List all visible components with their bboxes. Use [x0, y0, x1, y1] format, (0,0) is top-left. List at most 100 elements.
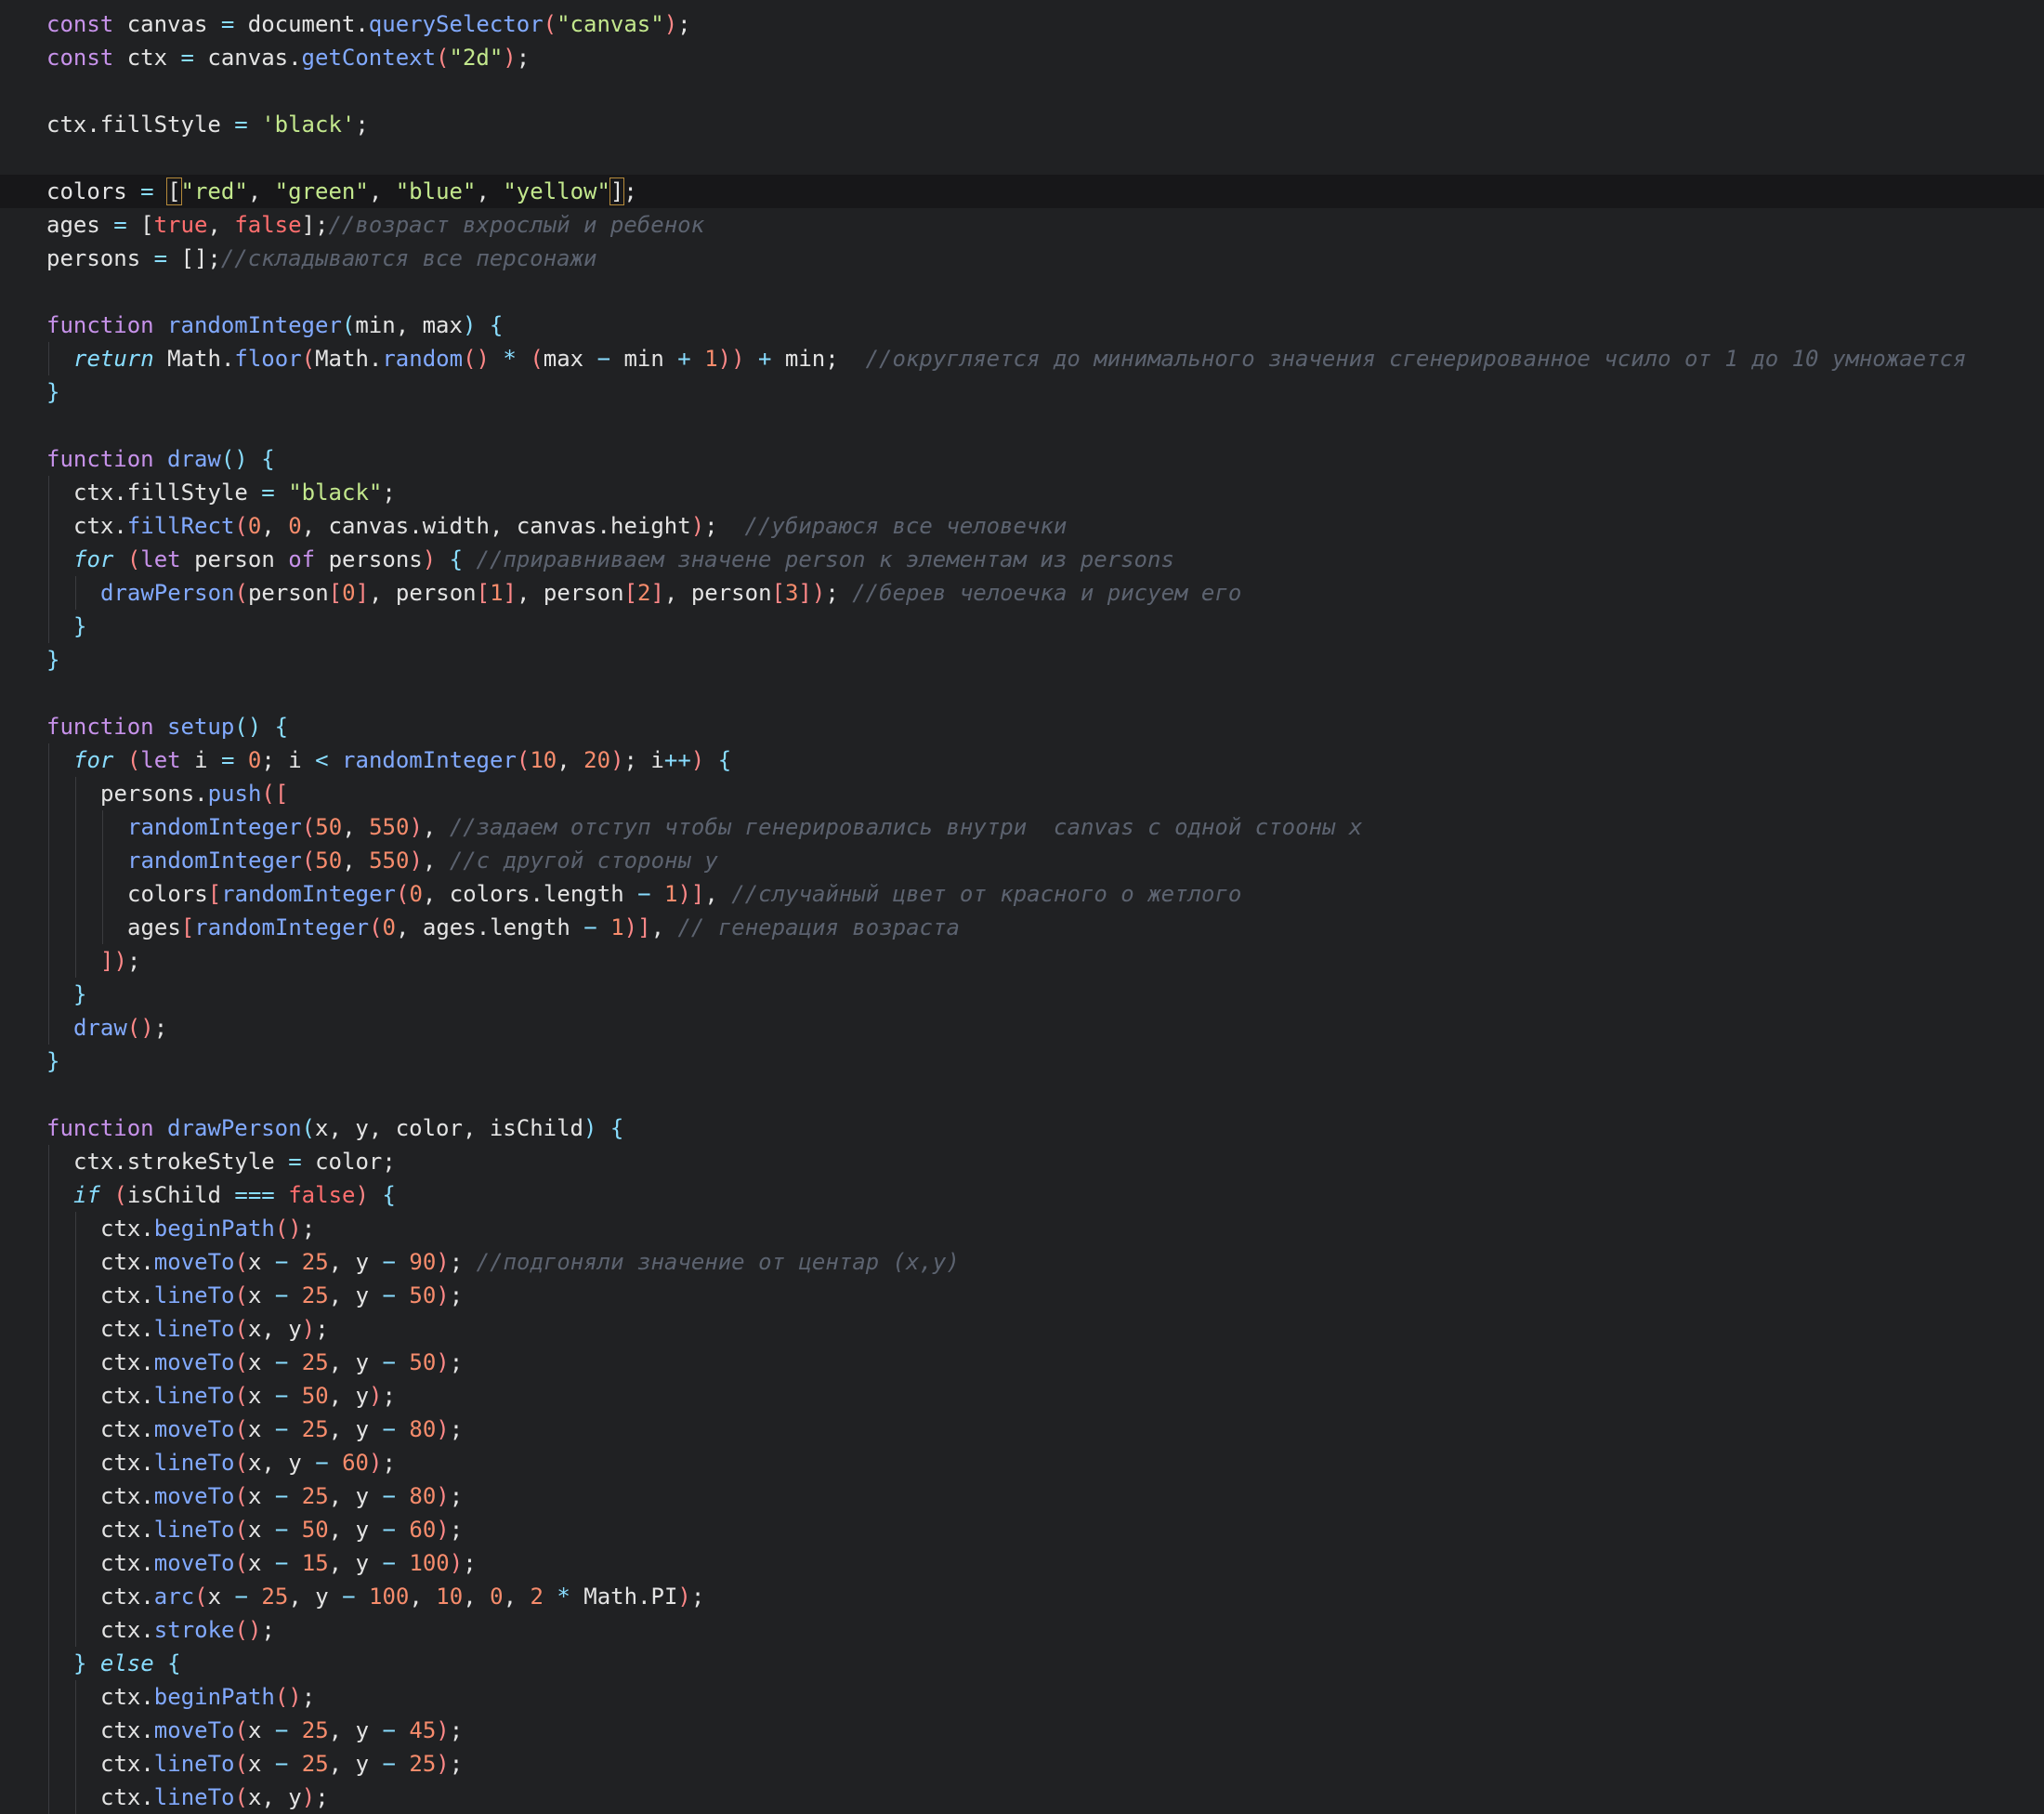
- indent-guide: [75, 777, 76, 810]
- code-line[interactable]: ctx.fillStyle = 'black';: [0, 108, 2044, 141]
- indent-guide: [48, 1781, 49, 1814]
- code-line[interactable]: ctx.fillRect(0, 0, canvas.width, canvas.…: [0, 509, 2044, 543]
- code-line[interactable]: ctx.lineTo(x, y − 60);: [0, 1446, 2044, 1479]
- code-line[interactable]: draw();: [0, 1011, 2044, 1045]
- code-line[interactable]: ctx.beginPath();: [0, 1212, 2044, 1245]
- code-line[interactable]: } else {: [0, 1647, 2044, 1680]
- code-line[interactable]: randomInteger(50, 550), //с другой сторо…: [0, 844, 2044, 877]
- code-content: ctx.lineTo(x, y);: [100, 1781, 329, 1814]
- punctuation-token: ): [355, 1182, 369, 1208]
- code-content: ctx.strokeStyle = color;: [73, 1145, 396, 1178]
- code-line[interactable]: ctx.arc(x − 25, y − 100, 10, 0, 2 * Math…: [0, 1580, 2044, 1613]
- code-text: x, y: [247, 1784, 302, 1810]
- code-line[interactable]: ctx.beginPath();: [0, 1680, 2044, 1714]
- operator-token: =: [234, 112, 248, 138]
- code-line[interactable]: const canvas = document.querySelector("c…: [0, 7, 2044, 41]
- code-text: canvas.: [193, 45, 302, 71]
- code-line[interactable]: [0, 409, 2044, 442]
- code-line[interactable]: function randomInteger(min, max) {: [0, 309, 2044, 342]
- code-text: x: [247, 1550, 275, 1576]
- function-name-token: random: [382, 346, 464, 372]
- code-line[interactable]: ctx.moveTo(x − 15, y − 100);: [0, 1546, 2044, 1580]
- code-line[interactable]: const ctx = canvas.getContext("2d");: [0, 41, 2044, 74]
- keyword-token: function: [46, 312, 154, 338]
- code-line[interactable]: for (let i = 0; i < randomInteger(10, 20…: [0, 743, 2044, 777]
- operator-token: −: [382, 1249, 396, 1275]
- code-editor[interactable]: const canvas = document.querySelector ("c…: [0, 0, 2044, 1814]
- number-token: 2: [530, 1584, 544, 1610]
- code-line[interactable]: function drawPerson(x, y, color, isChild…: [0, 1111, 2044, 1145]
- code-line[interactable]: ctx.stroke();: [0, 1613, 2044, 1647]
- code-line[interactable]: persons.push([: [0, 777, 2044, 810]
- code-line[interactable]: return Math.floor(Math.random() * (max −…: [0, 342, 2044, 375]
- indent-guide: [48, 1379, 49, 1413]
- code-content: ]);: [100, 944, 140, 978]
- operator-token: −: [274, 1416, 289, 1442]
- code-line[interactable]: }: [0, 375, 2044, 409]
- code-line[interactable]: if (isChild === false) {: [0, 1178, 2044, 1212]
- code-text: , y: [328, 1517, 383, 1543]
- code-line[interactable]: colors[randomInteger(0, colors.length − …: [0, 877, 2044, 911]
- indent-guide: [48, 1714, 49, 1747]
- code-line[interactable]: ctx.strokeStyle = color;: [0, 1145, 2044, 1178]
- code-line[interactable]: ctx.lineTo(x − 50, y);: [0, 1379, 2044, 1413]
- operator-token: −: [382, 1483, 396, 1509]
- function-name-token: lineTo: [153, 1383, 235, 1409]
- number-token: 15: [301, 1550, 329, 1576]
- code-line[interactable]: [0, 1078, 2044, 1111]
- code-line[interactable]: ctx.lineTo(x, y);: [0, 1781, 2044, 1814]
- code-line[interactable]: ctx.moveTo(x − 25, y − 50);: [0, 1346, 2044, 1379]
- punctuation-token: (: [234, 1383, 248, 1409]
- code-line[interactable]: drawPerson(person[0], person[1], person[…: [0, 576, 2044, 610]
- code-line[interactable]: ctx.fillStyle = "black";: [0, 476, 2044, 509]
- code-line[interactable]: }: [0, 610, 2044, 643]
- indent-guide: [75, 1212, 76, 1245]
- code-line[interactable]: }: [0, 978, 2044, 1011]
- code-line[interactable]: ]);: [0, 944, 2044, 978]
- code-line[interactable]: ages = [true, false];//возраст вхрослый …: [0, 208, 2044, 242]
- code-content: const canvas = document.querySelector("c…: [46, 7, 691, 41]
- number-token: 1: [490, 580, 504, 606]
- code-line[interactable]: ctx.moveTo(x − 25, y − 90); //подгоняли …: [0, 1245, 2044, 1279]
- code-text: , person: [663, 580, 772, 606]
- indent-guide: [48, 1647, 49, 1680]
- code-line[interactable]: ctx.lineTo(x − 50, y − 60);: [0, 1513, 2044, 1546]
- code-line[interactable]: function setup() {: [0, 710, 2044, 743]
- code-line[interactable]: ctx.moveTo(x − 25, y − 45);: [0, 1714, 2044, 1747]
- code-line[interactable]: randomInteger(50, 550), //задаем отступ …: [0, 810, 2044, 844]
- code-content: persons.push([: [100, 777, 288, 810]
- code-line[interactable]: [0, 74, 2044, 108]
- code-line[interactable]: ctx.moveTo(x − 25, y − 80);: [0, 1413, 2044, 1446]
- code-line[interactable]: }: [0, 1045, 2044, 1078]
- punctuation-token: ): [409, 848, 423, 874]
- code-line[interactable]: for (let person of persons) { //приравни…: [0, 543, 2044, 576]
- code-line[interactable]: [0, 677, 2044, 710]
- code-line-current[interactable]: colors = ["red", "green", "blue", "yello…: [0, 175, 2044, 208]
- code-text: ctx.: [100, 1483, 154, 1509]
- operator-token: ++: [663, 747, 691, 773]
- code-line[interactable]: ctx.lineTo(x − 25, y − 25);: [0, 1747, 2044, 1781]
- code-line[interactable]: ages[randomInteger(0, ages.length − 1)],…: [0, 911, 2044, 944]
- keyword-token: let: [140, 747, 181, 773]
- code-line[interactable]: persons = [];//складываются все персонаж…: [0, 242, 2044, 275]
- comment-token: //с другой стороны у: [449, 848, 718, 874]
- keyword-token: of: [288, 546, 316, 572]
- code-line[interactable]: [0, 141, 2044, 175]
- code-text: ];: [301, 212, 329, 238]
- code-content: } else {: [73, 1647, 181, 1680]
- code-line[interactable]: }: [0, 643, 2044, 677]
- code-line[interactable]: ctx.lineTo(x, y);: [0, 1312, 2044, 1346]
- punctuation-token: (): [274, 1216, 302, 1242]
- code-line[interactable]: function draw() {: [0, 442, 2044, 476]
- code-text: min, max: [355, 312, 463, 338]
- code-line[interactable]: [0, 275, 2044, 309]
- code-text: ctx.strokeStyle: [73, 1149, 289, 1175]
- code-line[interactable]: ctx.lineTo(x − 25, y − 50);: [0, 1279, 2044, 1312]
- code-text: ctx.fillStyle: [73, 480, 262, 506]
- code-line[interactable]: ctx.moveTo(x − 25, y − 80);: [0, 1479, 2044, 1513]
- indent-guide: [75, 1580, 76, 1613]
